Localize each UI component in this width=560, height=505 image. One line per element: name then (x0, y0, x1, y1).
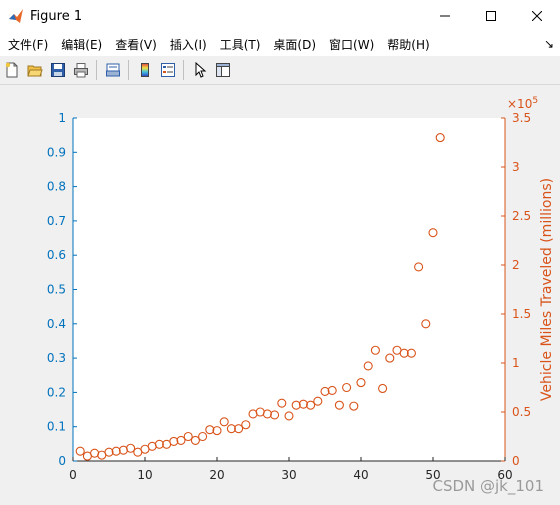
property-editor-icon (216, 63, 230, 77)
open-folder-icon (27, 65, 43, 77)
property-editor-button[interactable] (212, 59, 234, 81)
menu-tools[interactable]: 工具(T) (215, 36, 266, 53)
left-tick-label: 0.8 (47, 180, 66, 194)
maximize-icon (486, 11, 496, 21)
toolbar-separator (128, 60, 129, 80)
right-axis-label: Vehicle Miles Traveled (millions) (539, 178, 555, 401)
colorbar-icon (141, 63, 149, 77)
matlab-icon (8, 8, 24, 24)
right-tick-label: 3.5 (512, 111, 531, 125)
close-button[interactable] (514, 0, 560, 32)
menu-view[interactable]: 查看(V) (110, 36, 162, 53)
left-tick-label: 0.2 (47, 385, 66, 399)
menu-help[interactable]: 帮助(H) (382, 36, 434, 53)
toolbar-separator (96, 60, 97, 80)
left-tick-label: 0.3 (47, 351, 66, 365)
left-y-axis: 0 0.1 0.2 0.3 0.4 0.5 0.6 0.7 0.8 0.9 1 (47, 111, 77, 468)
window-title: Figure 1 (30, 8, 83, 24)
maximize-button[interactable] (468, 0, 514, 32)
close-icon (532, 11, 542, 21)
menu-file[interactable]: 文件(F) (3, 36, 53, 53)
menu-window[interactable]: 窗口(W) (324, 36, 379, 53)
toolbar (0, 56, 560, 85)
left-tick-label: 1 (58, 111, 66, 125)
print-preview-icon (106, 63, 120, 77)
menu-edit[interactable]: 编辑(E) (56, 36, 107, 53)
new-file-button[interactable] (1, 59, 23, 81)
menu-desktop[interactable]: 桌面(D) (268, 36, 321, 53)
plot-axes[interactable]: 0 0.1 0.2 0.3 0.4 0.5 0.6 0.7 0.8 0.9 1 0 0.5 1 1.5 2 2… (0, 85, 560, 505)
print-icon (74, 63, 88, 78)
left-tick-label: 0.6 (47, 248, 66, 262)
pointer-button[interactable] (189, 59, 211, 81)
right-tick-label: 1 (512, 356, 520, 370)
legend-button[interactable] (157, 59, 179, 81)
x-tick-label: 40 (353, 468, 368, 482)
right-tick-label: 2 (512, 258, 520, 272)
pointer-icon (195, 62, 207, 78)
right-tick-label: 3 (512, 160, 520, 174)
x-tick-label: 0 (69, 468, 77, 482)
left-tick-label: 0.4 (47, 317, 66, 331)
exponent-base: ×10 (507, 97, 532, 111)
menu-insert[interactable]: 插入(I) (165, 36, 212, 53)
minimize-icon (440, 15, 450, 17)
title-bar: Figure 1 (0, 0, 560, 32)
print-button[interactable] (70, 59, 92, 81)
right-tick-label: 2.5 (512, 209, 531, 223)
axes-background (73, 118, 505, 461)
new-file-icon (5, 62, 18, 78)
colorbar-button[interactable] (134, 59, 156, 81)
save-button[interactable] (47, 59, 69, 81)
save-icon (51, 63, 65, 77)
menu-bar: 文件(F) 编辑(E) 查看(V) 插入(I) 工具(T) 桌面(D) 窗口(W… (0, 32, 560, 56)
legend-icon (161, 63, 175, 77)
right-tick-label: 1.5 (512, 307, 531, 321)
left-tick-label: 0.9 (47, 145, 66, 159)
left-tick-label: 0.1 (47, 420, 66, 434)
x-tick-label: 30 (281, 468, 296, 482)
open-button[interactable] (24, 59, 46, 81)
right-axis-exponent: ×105 (507, 96, 538, 111)
left-tick-label: 0.5 (47, 283, 66, 297)
toolbar-separator (183, 60, 184, 80)
left-tick-label: 0 (58, 454, 66, 468)
x-tick-label: 20 (209, 468, 224, 482)
exponent-power: 5 (532, 96, 538, 106)
right-tick-label: 0 (512, 454, 520, 468)
minimize-button[interactable] (422, 0, 468, 32)
dock-arrow-icon[interactable]: ↘ (544, 37, 554, 51)
watermark: CSDN @jk_101 (432, 477, 544, 495)
print-preview-button[interactable] (102, 59, 124, 81)
x-tick-label: 10 (137, 468, 152, 482)
left-tick-label: 0.7 (47, 214, 66, 228)
right-tick-label: 0.5 (512, 405, 531, 419)
right-y-axis: 0 0.5 1 1.5 2 2.5 3 3.5 (501, 111, 531, 468)
